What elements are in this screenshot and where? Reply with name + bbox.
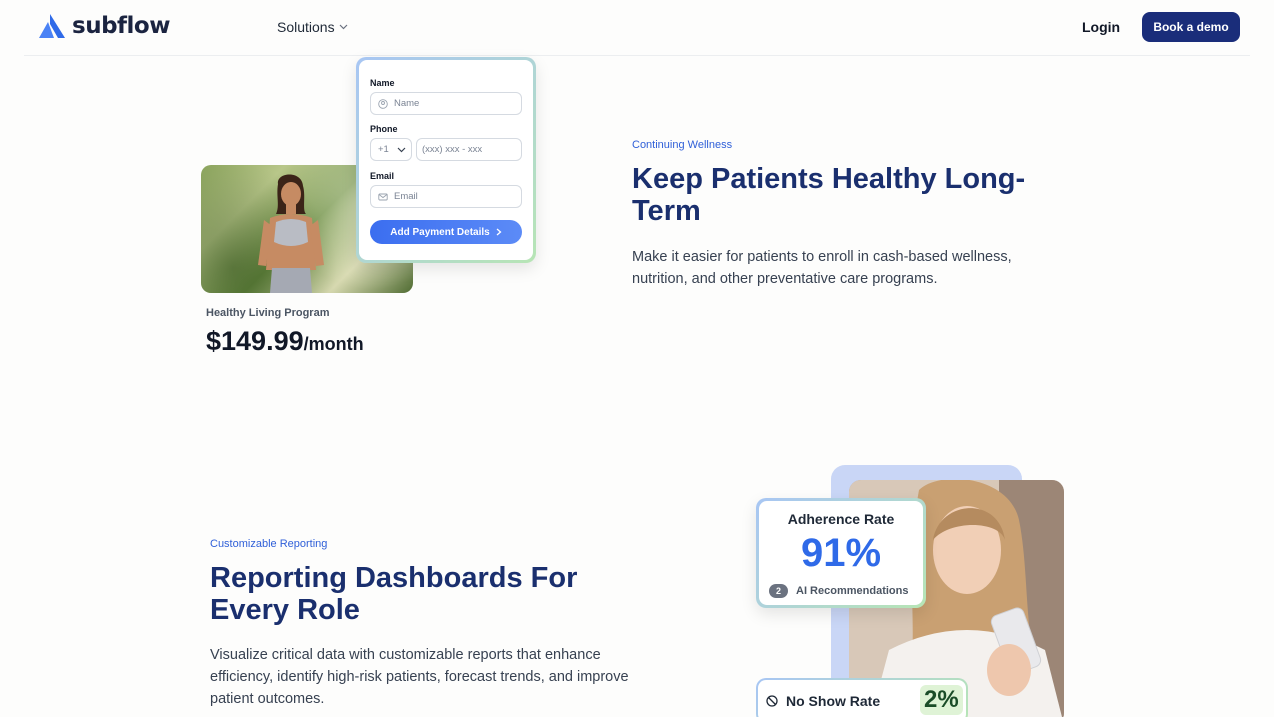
email-placeholder: Email — [394, 191, 418, 202]
plan-name: Healthy Living Program — [206, 307, 330, 319]
email-field[interactable]: Email — [370, 185, 522, 208]
adherence-value: 91% — [800, 531, 882, 575]
no-show-label-group: No Show Rate — [766, 693, 880, 709]
name-label: Name — [370, 78, 395, 88]
name-field[interactable]: Name — [370, 92, 522, 115]
book-demo-button[interactable]: Book a demo — [1142, 12, 1240, 42]
enrollment-form-card: Name Name Phone +1 (xxx) xxx - xxx Email… — [356, 57, 536, 263]
section1-body: Make it easier for patients to enroll in… — [632, 249, 1012, 287]
adherence-title: Adherence Rate — [787, 511, 895, 527]
plan-price: $149.99/month — [206, 326, 364, 357]
nav-solutions-label: Solutions — [277, 19, 335, 35]
section2-body: Visualize critical data with customizabl… — [210, 647, 629, 707]
no-show-label: No Show Rate — [786, 693, 881, 709]
name-placeholder: Name — [394, 98, 420, 109]
ban-icon — [766, 695, 778, 707]
chevron-right-icon — [496, 228, 502, 236]
nav-solutions[interactable]: Solutions — [277, 19, 348, 35]
login-link[interactable]: Login — [1082, 19, 1120, 35]
subflow-logo-icon — [39, 14, 65, 38]
logo[interactable]: subflow — [38, 13, 170, 39]
plan-price-period: /month — [303, 334, 364, 354]
header-divider — [24, 55, 1250, 56]
no-show-rate-card: No Show Rate 2% — [756, 678, 968, 717]
chevron-down-icon — [339, 24, 348, 30]
phone-field[interactable]: (xxx) xxx - xxx — [416, 138, 522, 161]
chevron-down-icon — [397, 147, 406, 152]
section2-title: Reporting Dashboards For Every Role — [210, 562, 578, 626]
add-payment-details-label: Add Payment Details — [390, 226, 490, 238]
user-icon — [378, 98, 388, 109]
site-header: subflow Solutions Login Book a demo — [0, 0, 1274, 56]
country-code-value: +1 — [378, 144, 389, 155]
plan-price-amount: $149.99 — [206, 326, 304, 356]
mail-icon — [378, 193, 388, 200]
email-label: Email — [370, 171, 395, 181]
no-show-value: 2% — [920, 685, 963, 715]
country-code-select[interactable]: +1 — [370, 138, 412, 161]
ai-count-badge: 2 — [769, 584, 788, 598]
logo-text: subflow — [72, 13, 170, 39]
ai-recommendations-label: AI Recommendations — [796, 585, 909, 597]
section1-title: Keep Patients Healthy Long-Term — [632, 163, 1026, 227]
add-payment-details-button[interactable]: Add Payment Details — [370, 220, 522, 244]
phone-placeholder: (xxx) xxx - xxx — [422, 144, 483, 155]
section2-eyebrow: Customizable Reporting — [210, 538, 328, 550]
phone-label: Phone — [370, 124, 398, 134]
adherence-rate-card: Adherence Rate 91% 2 AI Recommendations — [756, 498, 926, 608]
woman-illustration — [258, 174, 324, 293]
ai-recommendations: 2 AI Recommendations — [769, 584, 908, 598]
section1-eyebrow: Continuing Wellness — [632, 139, 733, 151]
